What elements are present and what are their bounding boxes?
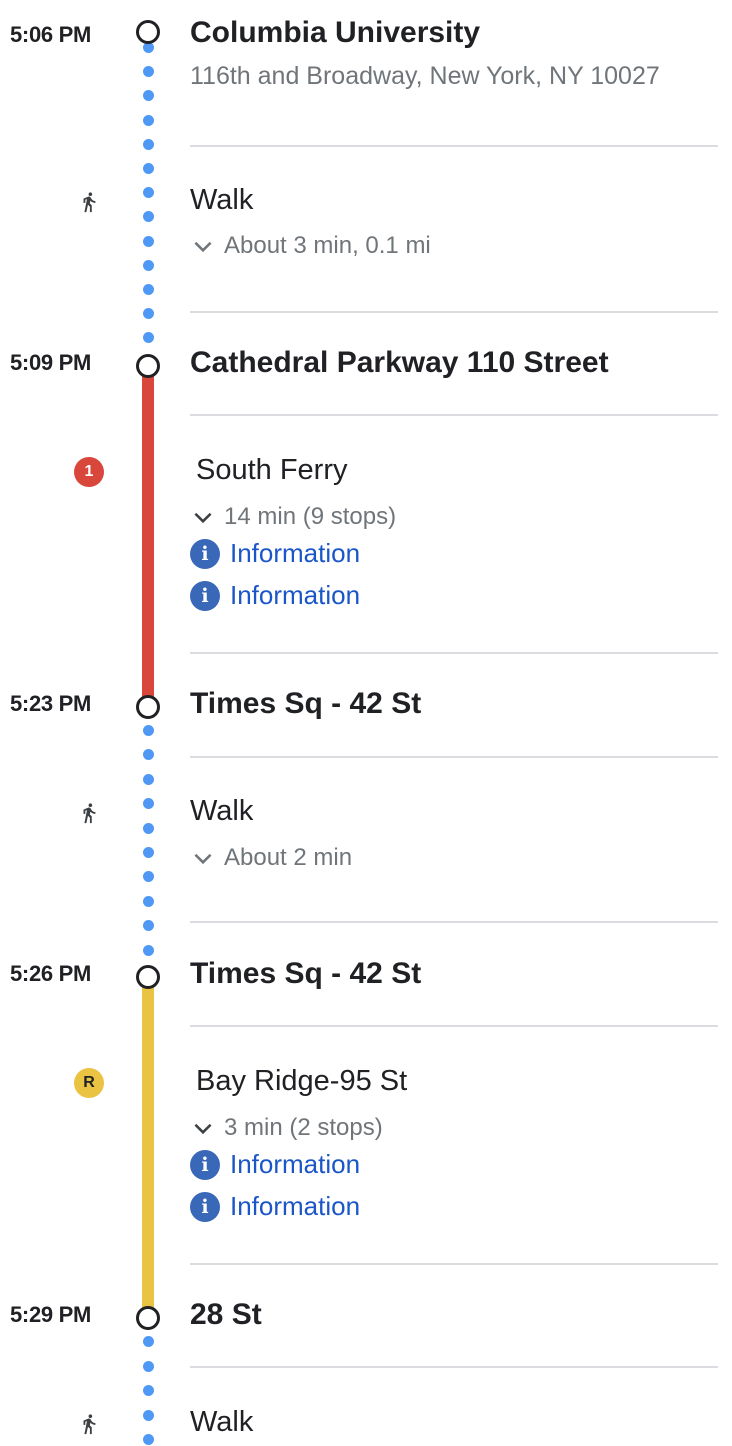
stop-node [136, 695, 160, 719]
divider [190, 311, 718, 313]
divider [190, 921, 718, 923]
info-icon: i [190, 538, 220, 569]
walk-dot [143, 332, 154, 344]
information-link-label: Information [230, 1191, 361, 1221]
departure-time: 5:06 PM [10, 22, 92, 47]
walk-label: Walk [190, 1406, 254, 1438]
information-link-label: Information [230, 580, 361, 610]
arrival-time: 5:29 PM [10, 1302, 92, 1327]
chevron-down-icon [194, 512, 212, 524]
route-headsign: South Ferry [196, 454, 348, 486]
divider [190, 652, 718, 654]
walk-dot [143, 773, 154, 785]
route-duration: 14 min (9 stops) [224, 503, 397, 530]
walk-dot [143, 847, 154, 858]
route-r-badge[interactable]: R [74, 1068, 104, 1098]
info-icon: i [190, 580, 220, 611]
walk-dot [143, 725, 154, 736]
walk-dot [143, 90, 154, 102]
walk-dot [143, 211, 154, 223]
walk-dot [143, 235, 154, 247]
walk-label: Walk [190, 184, 254, 216]
walk-dot [143, 259, 154, 271]
chevron-down-icon [194, 241, 212, 253]
stop-name[interactable]: Columbia University [190, 16, 480, 50]
route-1-badge[interactable]: 1 [74, 457, 104, 487]
route-stops-toggle[interactable]: 14 min (9 stops) [190, 503, 396, 531]
walk-dot [143, 822, 154, 834]
info-icon: i [190, 1191, 220, 1222]
stop-node [136, 354, 160, 378]
walk-dot [143, 1409, 154, 1421]
walk-icon [83, 1414, 96, 1435]
walk-dot [143, 284, 154, 295]
walk-dot [143, 1434, 154, 1445]
stop-name[interactable]: Cathedral Parkway 110 Street [190, 346, 609, 380]
walk-details-toggle[interactable]: About 2 min [190, 844, 352, 872]
walk-label: Walk [190, 795, 254, 827]
route-1-line [142, 372, 154, 698]
walk-icon [83, 803, 96, 824]
route-headsign: Bay Ridge-95 St [196, 1065, 408, 1097]
stop-node [136, 965, 160, 989]
walk-dot [143, 749, 154, 761]
divider [190, 1366, 718, 1368]
route-duration: 3 min (2 stops) [224, 1114, 383, 1141]
walk-dot [143, 895, 154, 907]
information-link-label: Information [230, 1149, 361, 1179]
walk-dot [143, 920, 154, 932]
stop-name[interactable]: 28 St [190, 1298, 262, 1332]
route-stops-toggle[interactable]: 3 min (2 stops) [190, 1114, 383, 1142]
stop-node [136, 20, 160, 44]
divider [190, 414, 718, 416]
divider [190, 756, 718, 758]
walk-dot [143, 138, 154, 150]
walk-dot [143, 1336, 154, 1347]
chevron-down-icon [194, 1123, 212, 1135]
walk-duration: About 3 min, 0.1 mi [224, 232, 431, 259]
stop-node [136, 1306, 160, 1330]
arrival-time: 5:09 PM [10, 350, 92, 375]
divider [190, 1025, 718, 1027]
walk-dot [143, 1385, 154, 1396]
divider [190, 1263, 718, 1265]
walk-dot [143, 944, 154, 956]
walk-details-toggle[interactable]: About 3 min, 0.1 mi [190, 232, 431, 260]
information-link-label: Information [230, 538, 361, 568]
information-link[interactable]: i Information [190, 538, 360, 569]
walk-dot [143, 1360, 154, 1372]
walk-icon [83, 192, 96, 213]
stop-name[interactable]: Times Sq - 42 St [190, 687, 421, 721]
walk-dot [143, 66, 154, 78]
walk-duration: About 2 min [224, 844, 353, 871]
chevron-down-icon [194, 853, 212, 865]
walk-dot [143, 163, 154, 174]
arrival-time: 5:23 PM [10, 691, 92, 716]
information-link[interactable]: i Information [190, 580, 360, 611]
walk-dot [143, 114, 154, 126]
information-link[interactable]: i Information [190, 1191, 360, 1222]
route-r-line [142, 983, 154, 1309]
walk-dot [143, 187, 154, 199]
walk-dot [143, 798, 154, 810]
information-link[interactable]: i Information [190, 1149, 360, 1180]
walk-dot [143, 871, 154, 883]
walk-dot [143, 308, 154, 320]
stop-address: 116th and Broadway, New York, NY 10027 [190, 62, 660, 90]
departure-time: 5:26 PM [10, 961, 92, 986]
info-icon: i [190, 1149, 220, 1180]
divider [190, 145, 718, 147]
stop-name[interactable]: Times Sq - 42 St [190, 957, 421, 991]
